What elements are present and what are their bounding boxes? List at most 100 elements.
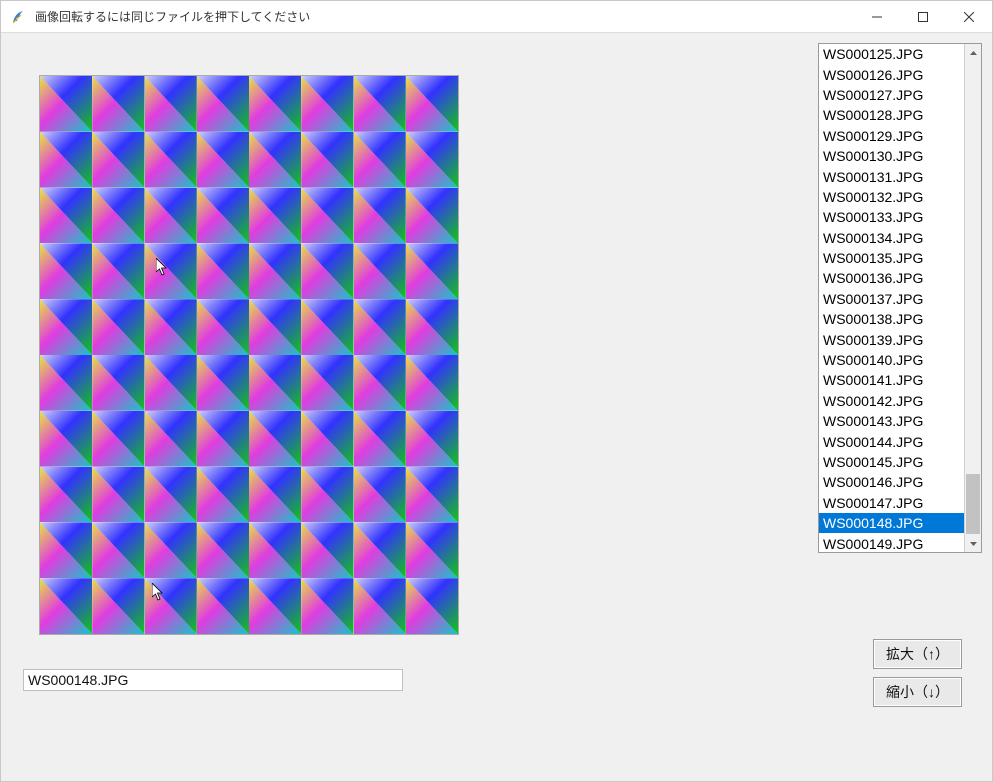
preview-tile xyxy=(40,188,92,244)
scrollbar[interactable] xyxy=(964,44,981,552)
preview-tile xyxy=(145,578,197,634)
file-listbox-items[interactable]: WS000125.JPGWS000126.JPGWS000127.JPGWS00… xyxy=(819,44,964,552)
preview-tile xyxy=(406,411,458,467)
feather-icon xyxy=(11,9,27,25)
preview-tile xyxy=(40,355,92,411)
preview-tile xyxy=(197,578,249,634)
preview-tile xyxy=(197,355,249,411)
list-item[interactable]: WS000143.JPG xyxy=(819,411,964,431)
list-item[interactable]: WS000146.JPG xyxy=(819,472,964,492)
app-window: 画像回転するには同じファイルを押下してください WS000125 xyxy=(0,0,993,782)
preview-tile xyxy=(249,132,301,188)
maximize-button[interactable] xyxy=(900,1,946,32)
list-item[interactable]: WS000133.JPG xyxy=(819,207,964,227)
preview-tile xyxy=(354,188,406,244)
preview-tile xyxy=(301,188,353,244)
list-item[interactable]: WS000138.JPG xyxy=(819,309,964,329)
list-item[interactable]: WS000142.JPG xyxy=(819,391,964,411)
zoom-in-button[interactable]: 拡大（↑） xyxy=(873,639,962,669)
preview-tile xyxy=(40,132,92,188)
list-item[interactable]: WS000141.JPG xyxy=(819,370,964,390)
preview-tile xyxy=(354,578,406,634)
preview-tile xyxy=(92,188,144,244)
preview-tile xyxy=(301,578,353,634)
preview-tile xyxy=(354,299,406,355)
filename-input[interactable] xyxy=(23,669,403,691)
list-item[interactable]: WS000127.JPG xyxy=(819,85,964,105)
list-item[interactable]: WS000128.JPG xyxy=(819,105,964,125)
preview-tile xyxy=(145,76,197,132)
preview-tile xyxy=(197,299,249,355)
list-item[interactable]: WS000125.JPG xyxy=(819,44,964,64)
preview-tile xyxy=(406,522,458,578)
list-item[interactable]: WS000145.JPG xyxy=(819,452,964,472)
image-preview[interactable] xyxy=(39,75,459,635)
minimize-button[interactable] xyxy=(854,1,900,32)
preview-tile xyxy=(40,76,92,132)
preview-tile xyxy=(145,243,197,299)
preview-tile xyxy=(197,76,249,132)
list-item[interactable]: WS000134.JPG xyxy=(819,228,964,248)
preview-tile xyxy=(145,467,197,523)
preview-tile xyxy=(406,299,458,355)
list-item[interactable]: WS000130.JPG xyxy=(819,146,964,166)
preview-tile xyxy=(92,411,144,467)
preview-tile xyxy=(197,188,249,244)
preview-tile xyxy=(249,355,301,411)
preview-tile xyxy=(354,132,406,188)
preview-tile xyxy=(145,132,197,188)
list-item[interactable]: WS000140.JPG xyxy=(819,350,964,370)
list-item[interactable]: WS000147.JPG xyxy=(819,493,964,513)
preview-tile xyxy=(40,522,92,578)
preview-tile xyxy=(249,243,301,299)
preview-tile xyxy=(92,76,144,132)
list-item[interactable]: WS000144.JPG xyxy=(819,431,964,451)
preview-tile xyxy=(92,522,144,578)
preview-tile xyxy=(92,467,144,523)
list-item[interactable]: WS000136.JPG xyxy=(819,268,964,288)
list-item[interactable]: WS000139.JPG xyxy=(819,329,964,349)
preview-tile xyxy=(301,522,353,578)
preview-tile xyxy=(406,467,458,523)
zoom-out-button[interactable]: 縮小（↓） xyxy=(873,677,962,707)
scrollbar-thumb[interactable] xyxy=(966,474,980,534)
list-item[interactable]: WS000137.JPG xyxy=(819,289,964,309)
window-buttons xyxy=(854,1,992,32)
chevron-up-icon[interactable] xyxy=(965,44,981,61)
list-item[interactable]: WS000131.JPG xyxy=(819,166,964,186)
preview-tile xyxy=(406,76,458,132)
preview-tile xyxy=(40,299,92,355)
preview-tile xyxy=(301,243,353,299)
preview-tile xyxy=(249,76,301,132)
close-button[interactable] xyxy=(946,1,992,32)
client-area: WS000125.JPGWS000126.JPGWS000127.JPGWS00… xyxy=(1,33,992,781)
preview-tile xyxy=(197,411,249,467)
preview-tile xyxy=(249,578,301,634)
list-item[interactable]: WS000126.JPG xyxy=(819,64,964,84)
preview-tile xyxy=(301,467,353,523)
preview-tile xyxy=(92,243,144,299)
preview-tile xyxy=(406,355,458,411)
preview-tile xyxy=(301,76,353,132)
list-item[interactable]: WS000148.JPG xyxy=(819,513,964,533)
preview-tile xyxy=(92,578,144,634)
preview-tile xyxy=(145,355,197,411)
preview-tile xyxy=(354,355,406,411)
preview-tile xyxy=(145,299,197,355)
preview-tile xyxy=(40,578,92,634)
preview-tile xyxy=(354,243,406,299)
preview-tile xyxy=(354,467,406,523)
preview-tile xyxy=(354,76,406,132)
chevron-down-icon[interactable] xyxy=(965,535,981,552)
list-item[interactable]: WS000149.JPG xyxy=(819,533,964,552)
list-item[interactable]: WS000135.JPG xyxy=(819,248,964,268)
preview-tile xyxy=(145,188,197,244)
preview-tile xyxy=(301,355,353,411)
preview-tile xyxy=(92,132,144,188)
preview-tile xyxy=(40,243,92,299)
preview-tile xyxy=(197,467,249,523)
preview-tile xyxy=(197,132,249,188)
preview-tile xyxy=(249,411,301,467)
list-item[interactable]: WS000129.JPG xyxy=(819,126,964,146)
list-item[interactable]: WS000132.JPG xyxy=(819,187,964,207)
